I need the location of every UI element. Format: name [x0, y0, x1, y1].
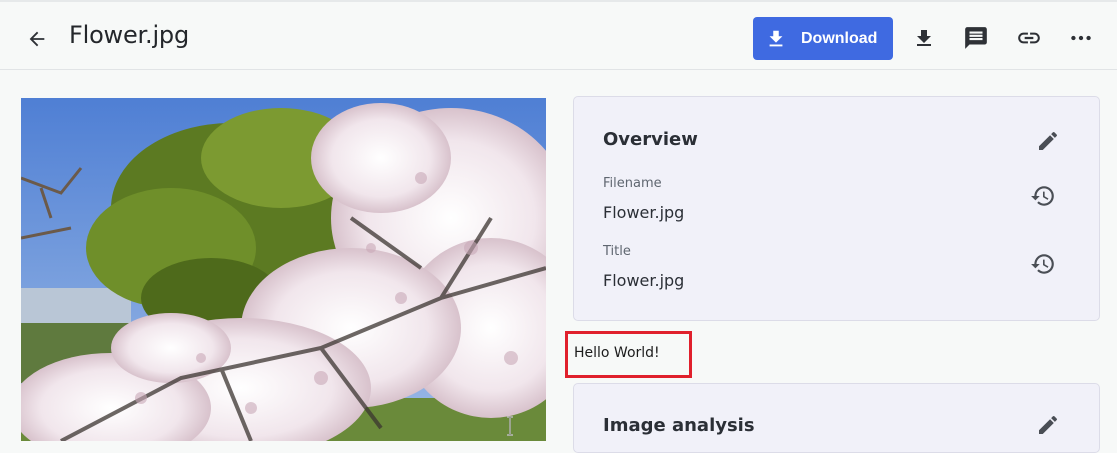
top-bar: Flower.jpg Download [0, 0, 1117, 70]
back-button[interactable] [22, 24, 52, 54]
comment-icon [965, 27, 987, 49]
more-button[interactable] [1066, 22, 1096, 54]
title-history-button[interactable] [1029, 250, 1057, 278]
comment-button[interactable] [961, 22, 991, 54]
arrow-back-icon [29, 31, 45, 47]
filename-value: Flower.jpg [603, 203, 685, 222]
overview-title: Overview [603, 129, 698, 150]
image-analysis-edit-button[interactable] [1035, 412, 1061, 438]
pencil-icon [1039, 415, 1058, 434]
pencil-icon [1039, 131, 1058, 150]
filename-history-button[interactable] [1029, 182, 1057, 210]
flower-photo [21, 98, 546, 441]
image-analysis-card: Image analysis [573, 383, 1100, 453]
download-icon [765, 28, 787, 50]
annotation-text: Hello World! [574, 345, 660, 361]
download-label: Download [801, 29, 878, 47]
filename-label: Filename [603, 176, 662, 191]
upload-button[interactable] [909, 22, 939, 54]
image-analysis-title: Image analysis [603, 415, 755, 436]
download-button[interactable]: Download [753, 17, 893, 60]
history-icon [1031, 186, 1054, 206]
page-title: Flower.jpg [69, 21, 189, 49]
title-value: Flower.jpg [603, 271, 685, 290]
link-icon [1018, 32, 1040, 44]
title-label: Title [603, 244, 631, 259]
more-horizontal-icon [1071, 35, 1091, 41]
upload-icon [917, 30, 931, 46]
link-button[interactable] [1014, 22, 1044, 54]
history-icon [1031, 254, 1054, 274]
text-cursor-icon [505, 416, 515, 436]
overview-edit-button[interactable] [1035, 128, 1061, 154]
overview-card: Overview Filename Flower.jpg Title Flowe… [573, 96, 1100, 321]
